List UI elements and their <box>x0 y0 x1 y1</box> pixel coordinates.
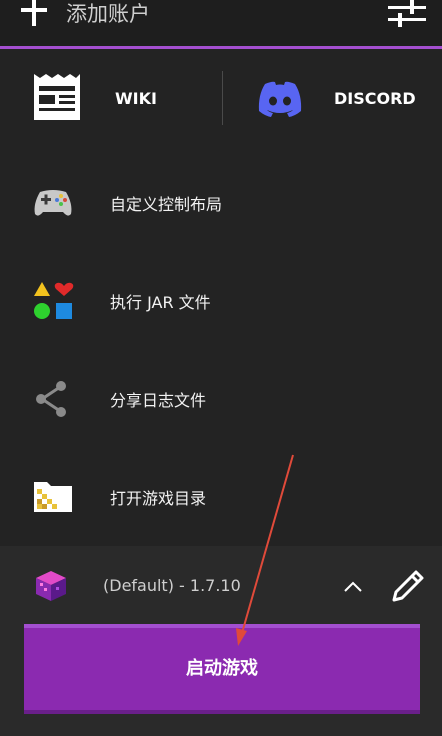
links-row: WIKI DISCORD <box>0 49 442 153</box>
launch-game-button[interactable]: 启动游戏 <box>24 624 420 714</box>
pencil-icon[interactable] <box>390 568 426 604</box>
launch-game-label: 启动游戏 <box>186 658 258 679</box>
menu-panel: WIKI DISCORD 自定义控制布局 执行 JAR 文件 分享日志文件 打开… <box>0 49 442 546</box>
menu-item-label: 执行 JAR 文件 <box>110 293 211 312</box>
add-account-label[interactable]: 添加账户 <box>66 0 150 28</box>
menu-item-label: 打开游戏目录 <box>110 489 207 508</box>
menu-item-open-game-dir[interactable]: 打开游戏目录 <box>0 447 442 545</box>
menu-item-run-jar[interactable]: 执行 JAR 文件 <box>0 251 442 349</box>
discord-icon <box>258 81 302 117</box>
discord-label: DISCORD <box>334 89 416 108</box>
menu-item-share-log[interactable]: 分享日志文件 <box>0 349 442 447</box>
shapes-icon <box>34 282 74 319</box>
top-bar: 添加账户 <box>0 0 442 49</box>
folder-icon <box>34 482 72 512</box>
sliders-icon[interactable] <box>386 0 428 34</box>
newspaper-icon <box>34 74 80 120</box>
menu-item-custom-controls[interactable]: 自定义控制布局 <box>0 153 442 251</box>
links-divider <box>222 71 223 125</box>
share-icon <box>36 381 66 417</box>
menu-item-label: 分享日志文件 <box>110 391 207 410</box>
menu-item-label: 自定义控制布局 <box>110 195 223 214</box>
minecraft-block-icon[interactable] <box>34 569 68 603</box>
wiki-label: WIKI <box>115 89 157 108</box>
profile-label[interactable]: (Default) - 1.7.10 <box>103 576 241 595</box>
plus-icon[interactable] <box>20 0 48 28</box>
gamepad-icon <box>34 190 72 216</box>
chevron-up-icon[interactable] <box>342 576 364 598</box>
